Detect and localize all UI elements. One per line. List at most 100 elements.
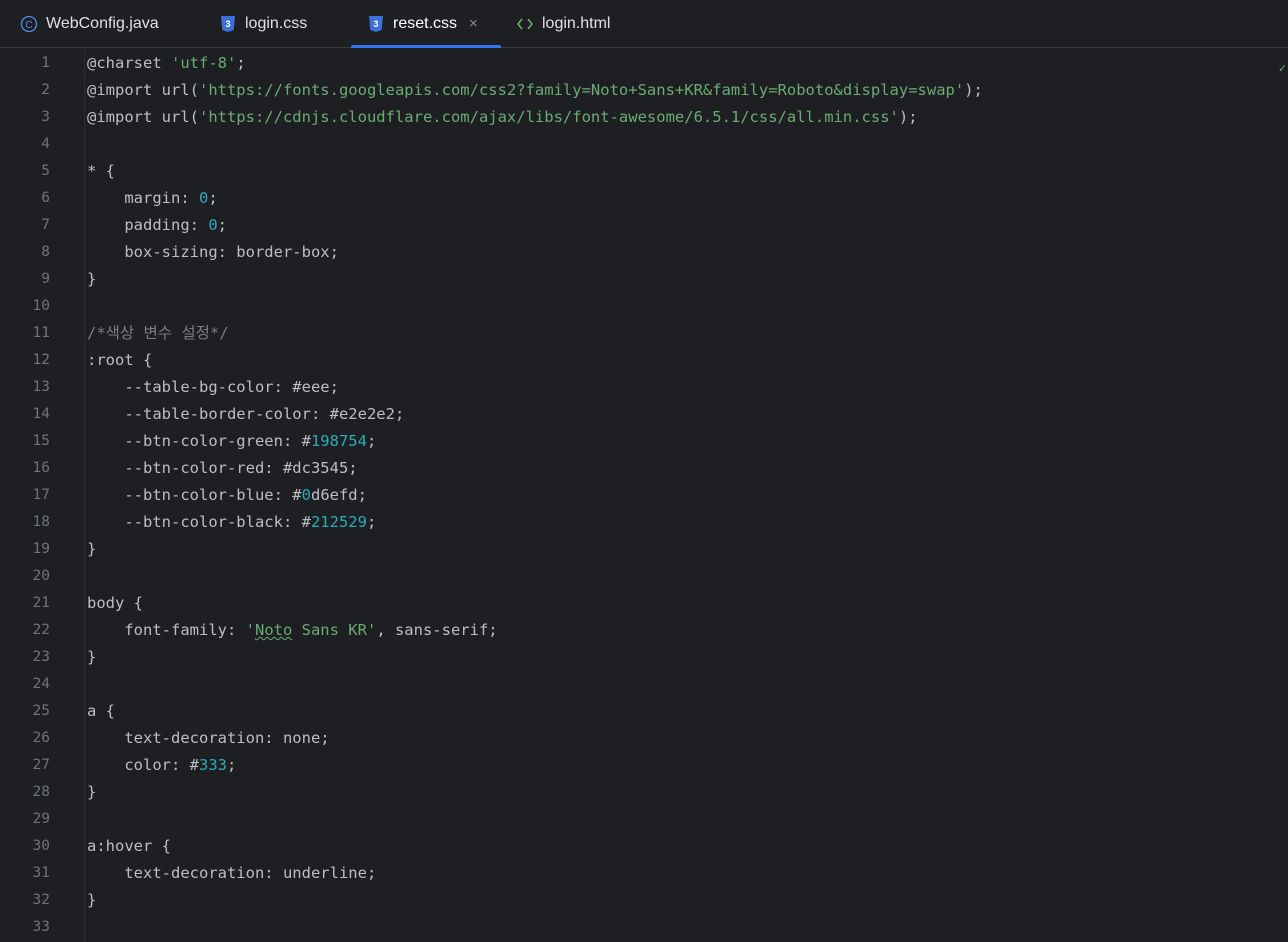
code-line: 21 body { [0, 590, 1288, 617]
code-text: @charset 'utf-8'; [87, 54, 246, 72]
tab-label: login.css [245, 14, 308, 32]
code-text: padding: 0; [87, 216, 228, 234]
tab-label: WebConfig.java [46, 14, 159, 32]
code-text: text-decoration: underline; [87, 864, 377, 882]
css-file-icon: 3 [367, 15, 385, 33]
line-number: 31 [32, 865, 50, 881]
code-line: 23} [0, 644, 1288, 671]
code-editor[interactable]: ✓ 1 @charset 'utf-8'; 2 @import url('https… [0, 49, 1288, 942]
code-text: :root { [87, 351, 153, 369]
tab-label: reset.css [393, 14, 458, 32]
code-line: 10 [0, 293, 1288, 320]
tab-label: login.html [542, 14, 611, 32]
line-number: 21 [32, 595, 50, 611]
line-number: 14 [32, 406, 50, 422]
line-number: 1 [41, 55, 50, 71]
line-number: 26 [32, 730, 50, 746]
code-line: 12 :root { [0, 347, 1288, 374]
code-text: --btn-color-red: #dc3545; [87, 459, 358, 477]
code-text: text-decoration: none; [87, 729, 330, 747]
line-number: 15 [32, 433, 50, 449]
code-text: body { [87, 594, 143, 612]
line-number: 29 [32, 811, 50, 827]
css-file-icon: 3 [219, 15, 237, 33]
code-line: 26 text-decoration: none; [0, 725, 1288, 752]
code-line: 24 [0, 671, 1288, 698]
line-number: 7 [41, 217, 50, 233]
code-line: 3 @import url('https://cdnjs.cloudflare.c… [0, 104, 1288, 131]
code-line: 16 --btn-color-red: #dc3545; [0, 455, 1288, 482]
code-text: } [87, 270, 97, 288]
code-line: 18 --btn-color-black: #212529; [0, 509, 1288, 536]
line-number: 11 [32, 325, 50, 341]
code-text: a:hover { [87, 837, 171, 855]
code-line: 20 [0, 563, 1288, 590]
code-line: 4 [0, 131, 1288, 158]
code-line: 5 * { [0, 158, 1288, 185]
tab-login-html[interactable]: login.html [516, 0, 610, 47]
code-line: 27 color: #333; [0, 752, 1288, 779]
code-line: 19} [0, 536, 1288, 563]
code-line: 13 --table-bg-color: #eee; [0, 374, 1288, 401]
line-number: 9 [41, 271, 50, 287]
code-text: --table-bg-color: #eee; [87, 378, 339, 396]
line-number: 2 [41, 82, 50, 98]
code-text: } [87, 783, 97, 801]
code-comment: /*색상 변수 설정*/ [87, 324, 229, 342]
code-line: 8 box-sizing: border-box; [0, 239, 1288, 266]
code-text: * { [87, 162, 115, 180]
line-number: 12 [32, 352, 50, 368]
code-line: 9} [0, 266, 1288, 293]
code-line: 1 @charset 'utf-8'; [0, 50, 1288, 77]
code-text: font-family: 'Noto Sans KR', sans-serif; [87, 621, 498, 639]
line-number: 32 [32, 892, 50, 908]
line-number: 27 [32, 757, 50, 773]
tab-login-css[interactable]: 3 login.css [219, 0, 307, 47]
line-number: 22 [32, 622, 50, 638]
java-class-icon: C [20, 15, 38, 33]
code-text: } [87, 540, 97, 558]
code-text: color: #333; [87, 756, 237, 774]
svg-text:3: 3 [225, 19, 230, 29]
code-line: 32} [0, 887, 1288, 914]
code-line: 11 /*색상 변수 설정*/ [0, 320, 1288, 347]
tab-reset-css[interactable]: 3 reset.css × [351, 0, 501, 48]
code-line: 17 --btn-color-blue: #0d6efd; [0, 482, 1288, 509]
code-text: margin: 0; [87, 189, 218, 207]
line-number: 17 [32, 487, 50, 503]
tab-webconfig-java[interactable]: C WebConfig.java [20, 0, 159, 47]
code-line: 15 --btn-color-green: #198754; [0, 428, 1288, 455]
editor-tab-bar: C WebConfig.java 3 login.css 3 reset.css… [0, 0, 1288, 48]
typo-squiggle: Noto [254, 621, 293, 639]
line-number: 13 [32, 379, 50, 395]
line-number: 20 [32, 568, 50, 584]
close-icon[interactable]: × [469, 15, 478, 32]
code-text: --table-border-color: #e2e2e2; [87, 405, 405, 423]
line-number: 28 [32, 784, 50, 800]
line-number: 23 [32, 649, 50, 665]
code-line: 25 a { [0, 698, 1288, 725]
line-number: 10 [32, 298, 50, 314]
line-number: 24 [32, 676, 50, 692]
code-line: 28} [0, 779, 1288, 806]
line-number: 18 [32, 514, 50, 530]
code-line: 2 @import url('https://fonts.googleapis.c… [0, 77, 1288, 104]
line-number: 4 [41, 136, 50, 152]
line-number: 5 [41, 163, 50, 179]
code-text: @import url('https://cdnjs.cloudflare.co… [87, 108, 918, 126]
code-text: a { [87, 702, 115, 720]
line-number: 33 [32, 919, 50, 935]
line-number: 8 [41, 244, 50, 260]
code-text: @import url('https://fonts.googleapis.co… [87, 81, 983, 99]
code-text: --btn-color-black: #212529; [87, 513, 377, 531]
code-text: } [87, 891, 97, 909]
line-number: 19 [32, 541, 50, 557]
code-line: 7 padding: 0; [0, 212, 1288, 239]
line-number: 25 [32, 703, 50, 719]
svg-text:3: 3 [373, 19, 378, 29]
code-text: } [87, 648, 97, 666]
line-number: 6 [41, 190, 50, 206]
code-line: 30 a:hover { [0, 833, 1288, 860]
code-text: box-sizing: border-box; [87, 243, 339, 261]
code-line: 6 margin: 0; [0, 185, 1288, 212]
